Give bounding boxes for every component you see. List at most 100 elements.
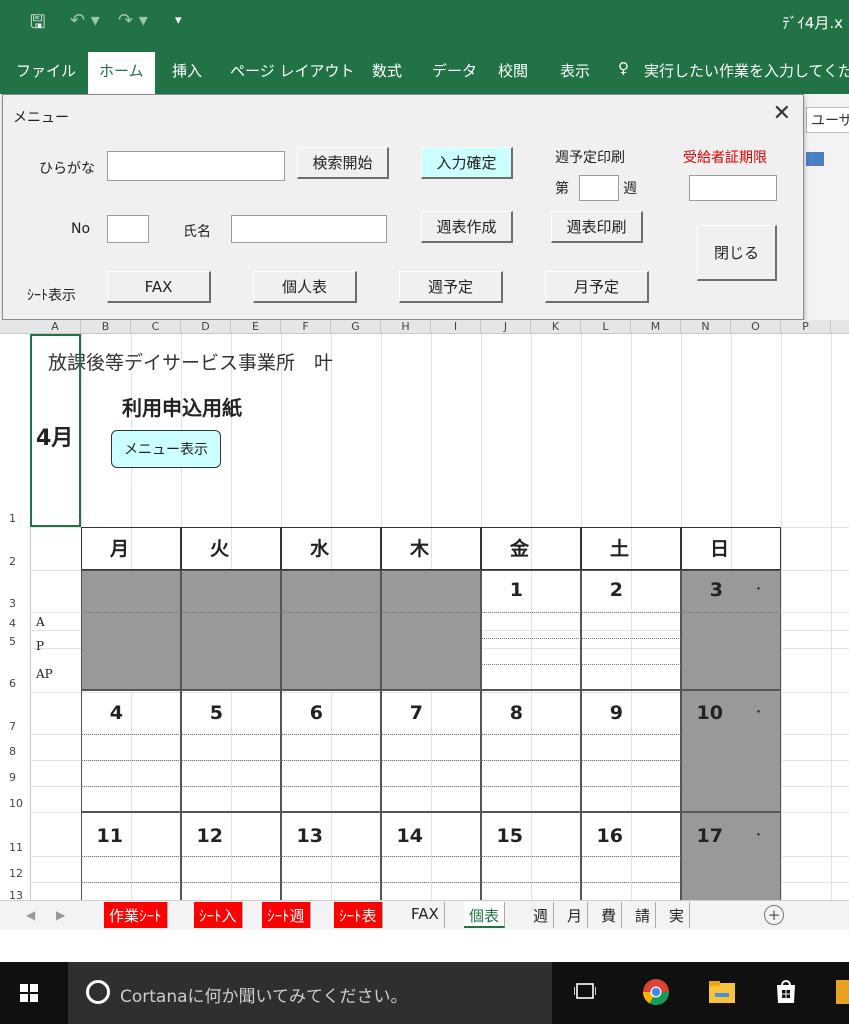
- fax-button[interactable]: FAX: [107, 271, 211, 303]
- conditional-format-icon[interactable]: [806, 152, 824, 166]
- row-header-12[interactable]: 12: [0, 867, 30, 880]
- close-button[interactable]: 閉じる: [697, 225, 777, 281]
- personal-sheet-button[interactable]: 個人表: [253, 271, 357, 303]
- column-i[interactable]: I: [431, 320, 481, 334]
- date-label: 9: [609, 702, 623, 724]
- date-label: 16: [596, 825, 623, 847]
- print-weekly-button[interactable]: 週表印刷: [551, 211, 643, 243]
- row-header-4[interactable]: 4: [0, 617, 30, 630]
- column-m[interactable]: M: [631, 320, 681, 334]
- no-input[interactable]: [107, 215, 149, 243]
- column-k[interactable]: K: [531, 320, 581, 334]
- tab-review[interactable]: 校閲: [498, 60, 528, 81]
- tab-home[interactable]: ホーム: [88, 52, 155, 94]
- menu-dialog: メニュー ✕ ひらがな 検索開始 入力確定 週予定印刷 第 週 受給者証期限 N…: [2, 94, 804, 320]
- sheet-tab-cost[interactable]: 費: [596, 902, 623, 928]
- undo-icon[interactable]: ↶ ▾: [70, 10, 100, 31]
- app-icon[interactable]: [836, 980, 849, 1004]
- create-weekly-button[interactable]: 週表作成: [421, 211, 513, 243]
- row-header-13[interactable]: 13: [0, 889, 30, 900]
- row-header-9[interactable]: 9: [0, 771, 30, 784]
- cert-expiry-input[interactable]: [689, 175, 777, 201]
- monthly-plan-button[interactable]: 月予定: [545, 271, 649, 303]
- row-divider: [81, 760, 681, 761]
- close-icon[interactable]: ✕: [773, 101, 791, 126]
- customize-qat-icon[interactable]: ▾: [175, 13, 182, 28]
- tab-view[interactable]: 表示: [560, 60, 590, 81]
- sheet-tab-input[interactable]: ｼｰﾄ入: [194, 902, 243, 928]
- row-header-5[interactable]: 5: [0, 635, 30, 648]
- column-c[interactable]: C: [131, 320, 181, 334]
- column-d[interactable]: D: [181, 320, 231, 334]
- search-button[interactable]: 検索開始: [297, 147, 389, 179]
- sheet-tab-weekly[interactable]: 週: [528, 902, 555, 928]
- row-header-10[interactable]: 10: [0, 797, 30, 810]
- add-sheet-icon[interactable]: +: [764, 905, 784, 925]
- file-explorer-icon[interactable]: [708, 980, 736, 1004]
- sheet-tab-personal[interactable]: 個表: [464, 902, 506, 928]
- column-header: A B C D E F G H I J K L M N O P: [0, 320, 849, 334]
- row-header-1[interactable]: 1: [0, 512, 30, 525]
- column-b[interactable]: B: [81, 320, 131, 334]
- column-h[interactable]: H: [381, 320, 431, 334]
- calendar-cell[interactable]: [181, 570, 281, 690]
- row-header-3[interactable]: 3: [0, 597, 30, 610]
- column-p[interactable]: P: [781, 320, 831, 334]
- windows-start-icon[interactable]: [20, 984, 38, 1002]
- weekly-plan-button[interactable]: 週予定: [399, 271, 503, 303]
- sheet-tab-monthly[interactable]: 月: [562, 902, 589, 928]
- calendar-cell[interactable]: [81, 570, 181, 690]
- row-divider: [81, 734, 681, 735]
- redo-icon[interactable]: ↷ ▾: [118, 10, 148, 31]
- user-field[interactable]: ユーザ: [806, 107, 849, 133]
- cortana-search-box[interactable]: Cortanaに何か聞いてみてください。: [68, 962, 552, 1024]
- chrome-icon[interactable]: [642, 978, 670, 1006]
- column-n[interactable]: N: [681, 320, 731, 334]
- row-header-8[interactable]: 8: [0, 745, 30, 758]
- column-l[interactable]: L: [581, 320, 631, 334]
- task-view-icon[interactable]: [574, 980, 596, 1002]
- column-j[interactable]: J: [481, 320, 531, 334]
- lightbulb-icon: ♀: [618, 59, 629, 77]
- tab-file[interactable]: ファイル: [16, 60, 76, 81]
- sheet-tab-week[interactable]: ｼｰﾄ週: [262, 902, 311, 928]
- row-header-11[interactable]: 11: [0, 841, 30, 854]
- show-menu-button[interactable]: メニュー表示: [111, 430, 221, 468]
- week-number-input[interactable]: [579, 175, 619, 201]
- calendar-cell[interactable]: [381, 570, 481, 690]
- date-label: 7: [409, 702, 423, 724]
- tab-insert[interactable]: 挿入: [172, 60, 202, 81]
- column-o[interactable]: O: [731, 320, 781, 334]
- selected-cell-a1[interactable]: [30, 334, 81, 527]
- sheet-tab-fax[interactable]: FAX: [406, 902, 445, 928]
- row-header-7[interactable]: 7: [0, 720, 30, 733]
- sheet-tab-table[interactable]: ｼｰﾄ表: [334, 902, 383, 928]
- save-icon[interactable]: 🖫: [30, 10, 45, 40]
- worksheet[interactable]: 1 2 3 4 5 6 7 8 9 10 11 12 13 放課後等デイサービス…: [0, 334, 849, 900]
- scroll-left-icon[interactable]: ◀: [26, 908, 35, 922]
- date-label: 4: [109, 702, 123, 724]
- column-f[interactable]: F: [281, 320, 331, 334]
- row-header-6[interactable]: 6: [0, 677, 30, 690]
- dialog-title: メニュー: [13, 110, 69, 126]
- date-label: 6: [309, 702, 323, 724]
- name-input[interactable]: [231, 215, 387, 243]
- tab-page-layout[interactable]: ページ レイアウト: [230, 60, 354, 81]
- hiragana-input[interactable]: [107, 151, 285, 181]
- tab-data[interactable]: データ: [432, 60, 477, 81]
- tell-me-input[interactable]: 実行したい作業を入力してくだ: [644, 60, 849, 81]
- column-a[interactable]: A: [30, 320, 81, 334]
- confirm-input-button[interactable]: 入力確定: [421, 147, 513, 179]
- column-g[interactable]: G: [331, 320, 381, 334]
- row-header-2[interactable]: 2: [0, 555, 30, 568]
- column-e[interactable]: E: [231, 320, 281, 334]
- sheet-tab-invoice[interactable]: 請: [630, 902, 657, 928]
- calendar-cell[interactable]: [281, 570, 381, 690]
- store-icon[interactable]: [774, 978, 798, 1004]
- sheet-tab-actual[interactable]: 実: [664, 902, 691, 928]
- sheet-tab-work[interactable]: 作業ｼｰﾄ: [104, 902, 168, 928]
- cert-expiry-label: 受給者証期限: [683, 150, 767, 166]
- status-gap: [0, 930, 849, 962]
- scroll-right-icon[interactable]: ▶: [56, 908, 65, 922]
- tab-formulas[interactable]: 数式: [372, 60, 402, 81]
